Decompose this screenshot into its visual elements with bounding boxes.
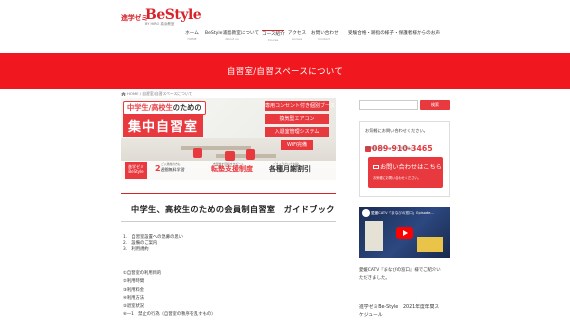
nav-label: ホーム bbox=[185, 31, 199, 36]
nav-label: BeStyle浦島教室について bbox=[204, 31, 260, 36]
video-title[interactable]: 愛媛CATV「まなびの窓口」Episode... bbox=[371, 211, 434, 216]
chair-shape bbox=[193, 148, 202, 158]
hero-heading-pre: 中学生/高校生 bbox=[127, 103, 173, 112]
logo-en: BeStyle bbox=[145, 7, 202, 23]
breadcrumb: HOME / 自習室/自習スペースについて bbox=[121, 91, 192, 97]
nav-item-about[interactable]: BeStyle浦島教室について About us bbox=[204, 30, 260, 50]
video-thumbnail-shape bbox=[365, 221, 383, 251]
hero-tag: 換気型エアコン bbox=[265, 114, 329, 124]
page: 進学ゼミ BeStyle BY HIRO 真浜教室 ホーム HOME BeSty… bbox=[0, 0, 570, 330]
contact-question: お気軽にお問い合わせください。 bbox=[365, 128, 428, 133]
search-input[interactable] bbox=[359, 100, 418, 110]
nav-item-contact[interactable]: お問い合わせ Contact bbox=[311, 30, 339, 50]
rules-item[interactable]: ⑥―1 禁止の行為（自習室の秩序を乱すもの） bbox=[123, 311, 216, 319]
hero-footer-item: 2週間無料学習 bbox=[155, 164, 185, 173]
hero-footer-text: 各種月謝割引 bbox=[269, 165, 311, 173]
page-title-banner: 自習室/自習スペースについて bbox=[0, 53, 570, 89]
nav-label-en: Course bbox=[267, 38, 279, 42]
nav-label: アクセス bbox=[287, 31, 307, 36]
contact-button-sub: お気軽にお問い合わせください。 bbox=[373, 176, 421, 180]
rules-list: ①自習室の利用目的 ②利用時間 ③利用料金 ④利用方法 ⑤退室状況 ⑥―1 禁止… bbox=[123, 270, 216, 320]
chair-shape bbox=[225, 151, 235, 161]
contact-hours: 受付時間 13:00 - 22:00 [ 日曜日除く ] bbox=[365, 146, 415, 150]
contact-button-main: お問い合わせはこちら bbox=[380, 164, 442, 171]
breadcrumb-current: 自習室/自習スペースについて bbox=[142, 91, 193, 96]
hero-mini-logo: 進学ゼミ BeStyle bbox=[125, 162, 147, 179]
video-embed[interactable]: 愛媛CATV「まなびの窓口」Episode... bbox=[359, 207, 450, 258]
site-header: 進学ゼミ BeStyle BY HIRO 真浜教室 ホーム HOME BeSty… bbox=[0, 0, 570, 52]
nav-label-en: Access bbox=[291, 37, 303, 41]
mail-icon bbox=[373, 164, 379, 169]
desk-shape bbox=[181, 146, 251, 150]
hero-footer-item: 転塾支援制度 bbox=[211, 164, 253, 174]
site-logo[interactable]: 進学ゼミ BeStyle BY HIRO 真浜教室 bbox=[121, 7, 202, 29]
toc-list: 1. 自習室設置への急募の思い 2. 設備のご案内 3. 利用規約 bbox=[123, 235, 183, 253]
nav-label: 受験合格・跡指の様子・保護者様からのお声 bbox=[348, 31, 440, 36]
channel-logo-icon bbox=[362, 209, 370, 217]
rules-item[interactable]: ③利用料金 bbox=[123, 287, 216, 295]
nav-label-en: HOME bbox=[187, 37, 197, 41]
breadcrumb-home[interactable]: HOME bbox=[127, 91, 139, 96]
nav-label-en: About us bbox=[225, 37, 239, 41]
hero-tag: 入退室管理システム bbox=[265, 127, 329, 137]
video-caption-line: ただきました。 bbox=[359, 276, 390, 281]
nav-item-access[interactable]: アクセス Access bbox=[287, 30, 307, 50]
hero-tag: 専用コンセント付き個別ブース bbox=[265, 101, 335, 111]
nav-label: コース紹介 bbox=[262, 32, 285, 37]
hero-heading-post: のための bbox=[172, 103, 202, 112]
contact-button-label: お問い合わせはこちら bbox=[373, 162, 442, 171]
rules-item[interactable]: ⑤退室状況 bbox=[123, 303, 216, 311]
video-caption: 愛媛CATV『まなびの窓口』様でご紹介い ただきました。 bbox=[359, 267, 441, 283]
rules-item[interactable]: ①自習室の利用目的 bbox=[123, 270, 216, 278]
search-button[interactable]: 検索 bbox=[420, 100, 450, 110]
hero-footer-item: 各種月謝割引 bbox=[269, 164, 311, 174]
nav-item-home[interactable]: ホーム HOME bbox=[182, 30, 202, 50]
hero-tag: WiFi完備 bbox=[281, 140, 313, 150]
hero-footer-text: 転塾支援制度 bbox=[211, 165, 253, 173]
logo-sub: BY HIRO 真浜教室 bbox=[145, 22, 175, 26]
hero-banner-image: 中学生/高校生のための 集中自習室 専用コンセント付き個別ブース 換気型エアコン… bbox=[121, 98, 336, 180]
nav-item-course[interactable]: コース紹介 Course bbox=[262, 30, 285, 50]
nav-label: お問い合わせ bbox=[311, 31, 339, 36]
toc-item[interactable]: 3. 利用規約 bbox=[123, 247, 183, 253]
news-link[interactable]: 進学ゼミBe-Style 2021年度年間ス ケジュール bbox=[359, 304, 439, 320]
news-link-line: 進学ゼミBe-Style 2021年度年間ス bbox=[359, 305, 440, 310]
breadcrumb-sep: / bbox=[139, 91, 142, 96]
divider bbox=[121, 221, 336, 222]
play-icon[interactable] bbox=[396, 227, 413, 239]
logo-jp: 進学ゼミ bbox=[121, 14, 148, 22]
rules-item[interactable]: ②利用時間 bbox=[123, 278, 216, 286]
hero-footer-text: 週間無料学習 bbox=[160, 167, 185, 172]
nav-item-results[interactable]: 受験合格・跡指の様子・保護者様からのお声 bbox=[342, 30, 446, 50]
home-icon bbox=[121, 91, 126, 96]
chair-shape bbox=[246, 149, 255, 160]
news-link-line: ケジュール bbox=[359, 313, 383, 318]
divider-red bbox=[121, 193, 336, 194]
guide-title: 中学生、高校生のための会員制自習室 ガイドブック bbox=[131, 204, 335, 214]
contact-card: お気軽にお問い合わせください。 089-910-3465 受付時間 13:00 … bbox=[359, 121, 450, 197]
video-caption-line: 愛媛CATV『まなびの窓口』様でご紹介い bbox=[359, 268, 441, 273]
nav-label-en: Contact bbox=[318, 37, 330, 41]
contact-button[interactable]: お問い合わせはこちら お気軽にお問い合わせください。 bbox=[368, 157, 443, 188]
video-thumbnail-shape bbox=[417, 237, 443, 252]
page-title: 自習室/自習スペースについて bbox=[226, 67, 344, 77]
hero-heading: 中学生/高校生のための bbox=[123, 101, 206, 115]
rules-item[interactable]: ④利用方法 bbox=[123, 295, 216, 303]
hero-main-title: 集中自習室 bbox=[123, 114, 204, 137]
